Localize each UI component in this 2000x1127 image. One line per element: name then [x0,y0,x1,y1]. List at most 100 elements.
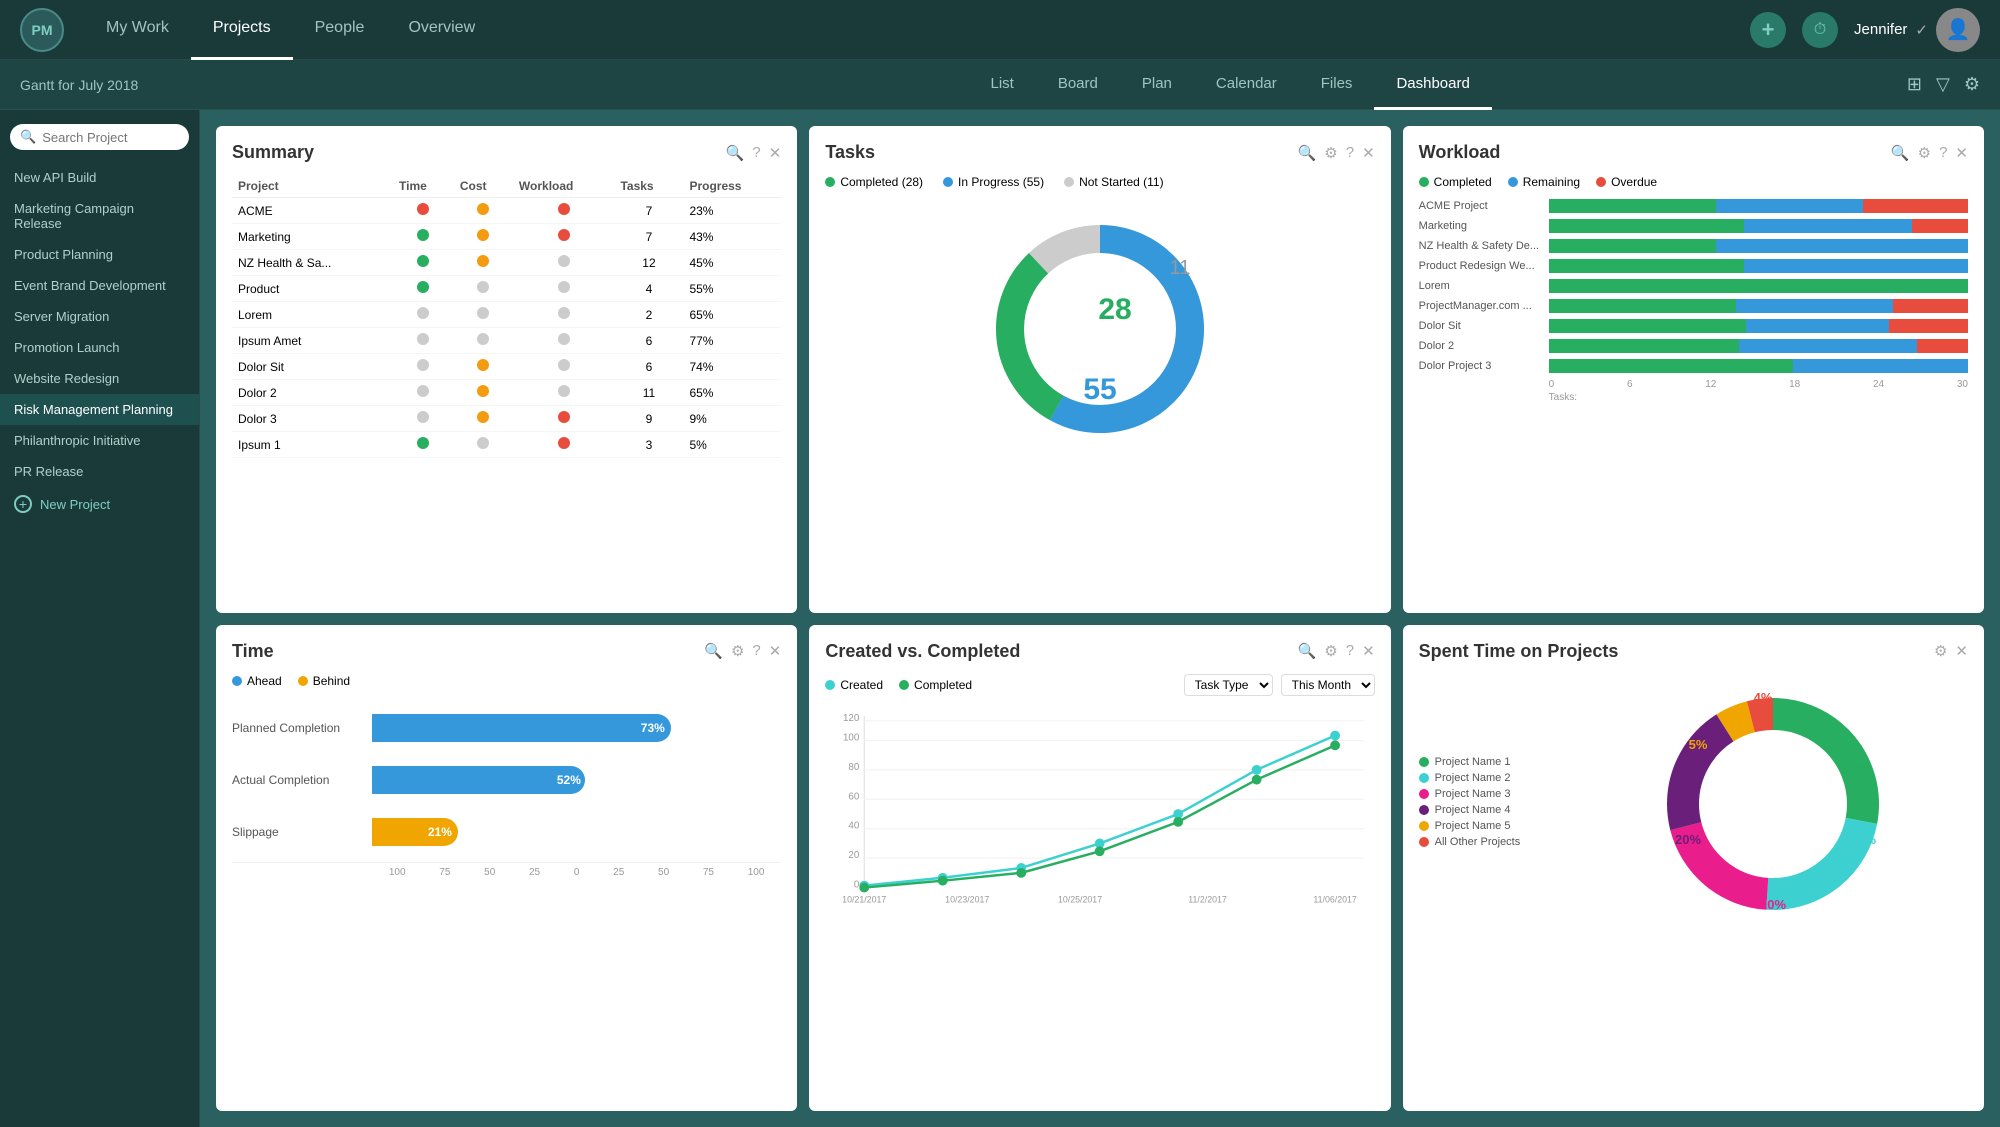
spent-dot-5 [1419,821,1429,831]
svg-text:20%: 20% [1760,897,1786,912]
nav-people[interactable]: People [293,0,387,60]
cvc-search-icon[interactable]: 🔍 [1298,642,1317,660]
add-button[interactable]: + [1750,12,1786,48]
search-icon: 🔍 [20,129,36,145]
workload-row: Product Redesign We... [1419,259,1968,273]
time-bar-planned-fill [372,714,671,742]
sidebar-item-pr-release[interactable]: PR Release [0,456,199,487]
settings-icon[interactable]: ⚙ [1964,74,1980,95]
workload-legend: Completed Remaining Overdue [1419,175,1968,189]
tab-list[interactable]: List [968,60,1035,110]
spent-dot-4 [1419,805,1429,815]
search-input[interactable] [42,130,179,145]
cvc-settings-icon[interactable]: ⚙ [1324,642,1337,660]
time-search-icon[interactable]: 🔍 [704,642,723,660]
tab-dashboard[interactable]: Dashboard [1374,60,1491,110]
tasks-search-icon[interactable]: 🔍 [1298,144,1317,162]
time-bar-slippage: 21% [372,818,781,846]
spent-legend-4: Project Name 4 [1419,804,1579,816]
tab-board[interactable]: Board [1036,60,1120,110]
workload-settings-icon[interactable]: ⚙ [1918,144,1931,162]
svg-text:28%: 28% [1845,762,1871,777]
table-row: Dolor Sit 6 74% [232,354,781,380]
clock-button[interactable]: ⏱ [1802,12,1838,48]
cvc-close-icon[interactable]: ✕ [1362,642,1375,660]
cvc-card: Created vs. Completed 🔍 ⚙ ? ✕ Created [809,625,1390,1112]
spent-settings-icon[interactable]: ⚙ [1934,642,1947,660]
tasks-title: Tasks [825,142,875,163]
tab-plan[interactable]: Plan [1120,60,1194,110]
col-project: Project [232,175,393,198]
nav-overview[interactable]: Overview [386,0,497,60]
sidebar-item-risk-management[interactable]: Risk Management Planning [0,394,199,425]
time-close-icon[interactable]: ✕ [769,642,782,660]
sidebar-item-philanthropic[interactable]: Philanthropic Initiative [0,425,199,456]
notstarted-dot [1064,177,1074,187]
svg-text:0: 0 [854,879,860,890]
workload-row: NZ Health & Safety De... [1419,239,1968,253]
inprogress-dot [943,177,953,187]
nav-right: + ⏱ Jennifer ✓ 👤 [1750,8,1980,52]
tab-calendar[interactable]: Calendar [1194,60,1299,110]
svg-text:10/21/2017: 10/21/2017 [843,894,887,904]
sidebar-item-new-api-build[interactable]: New API Build [0,162,199,193]
cvc-help-icon[interactable]: ? [1346,642,1354,660]
tasks-legend: Completed (28) In Progress (55) Not Star… [825,175,1374,189]
time-label-planned: Planned Completion [232,721,372,735]
task-type-select[interactable]: Task Type [1184,674,1273,696]
table-row: Ipsum 1 3 5% [232,432,781,458]
wl-legend-overdue: Overdue [1596,175,1657,189]
search-box[interactable]: 🔍 [10,124,189,150]
workload-row: Marketing [1419,219,1968,233]
tab-files[interactable]: Files [1299,60,1375,110]
svg-text:4%: 4% [1754,690,1773,705]
spent-dot-1 [1419,757,1429,767]
sidebar-item-promotion-launch[interactable]: Promotion Launch [0,332,199,363]
workload-row: Lorem [1419,279,1968,293]
summary-help-icon[interactable]: ? [752,144,760,162]
svg-text:55: 55 [1083,373,1116,406]
workload-card-icons: 🔍 ⚙ ? ✕ [1891,144,1968,162]
user-menu[interactable]: Jennifer ✓ 👤 [1854,8,1980,52]
sidebar-item-server-migration[interactable]: Server Migration [0,301,199,332]
tasks-help-icon[interactable]: ? [1346,144,1354,162]
this-month-select[interactable]: This Month [1281,674,1375,696]
logo[interactable]: PM [20,8,64,52]
time-legend: Ahead Behind [232,674,781,688]
nav-mywork[interactable]: My Work [84,0,191,60]
cvc-title: Created vs. Completed [825,641,1020,662]
workload-help-icon[interactable]: ? [1939,144,1947,162]
spent-legend-5: Project Name 5 [1419,820,1579,832]
workload-close-icon[interactable]: ✕ [1955,144,1968,162]
spent-dot-6 [1419,837,1429,847]
sidebar-item-website-redesign[interactable]: Website Redesign [0,363,199,394]
time-help-icon[interactable]: ? [752,642,760,660]
workload-search-icon[interactable]: 🔍 [1891,144,1910,162]
col-tasks: Tasks [614,175,683,198]
sidebar-item-event-brand[interactable]: Event Brand Development [0,270,199,301]
sidebar-item-marketing-campaign[interactable]: Marketing Campaign Release [0,193,199,239]
time-settings-icon[interactable]: ⚙ [731,642,744,660]
new-project-button[interactable]: + New Project [0,487,199,521]
time-bar-actual: 52% [372,766,781,794]
filter-icon[interactable]: ▽ [1936,74,1950,95]
nav-projects[interactable]: Projects [191,0,293,60]
time-bar-planned: 73% [372,714,781,742]
summary-search-icon[interactable]: 🔍 [726,144,745,162]
spent-title: Spent Time on Projects [1419,641,1619,662]
legend-notstarted: Not Started (11) [1064,175,1163,189]
tasks-close-icon[interactable]: ✕ [1362,144,1375,162]
time-row-planned: Planned Completion 73% [232,714,781,742]
workload-header: Workload 🔍 ⚙ ? ✕ [1419,142,1968,163]
col-time: Time [393,175,454,198]
grid-icon[interactable]: ⊞ [1907,74,1922,95]
workload-tasks-label: Tasks: [1419,392,1968,403]
time-row-slippage: Slippage 21% [232,818,781,846]
sidebar-item-product-planning[interactable]: Product Planning [0,239,199,270]
svg-text:20: 20 [849,850,860,861]
tasks-settings-icon[interactable]: ⚙ [1324,144,1337,162]
table-row: ACME 7 23% [232,198,781,224]
tasks-card-icons: 🔍 ⚙ ? ✕ [1298,144,1375,162]
summary-close-icon[interactable]: ✕ [769,144,782,162]
spent-close-icon[interactable]: ✕ [1955,642,1968,660]
